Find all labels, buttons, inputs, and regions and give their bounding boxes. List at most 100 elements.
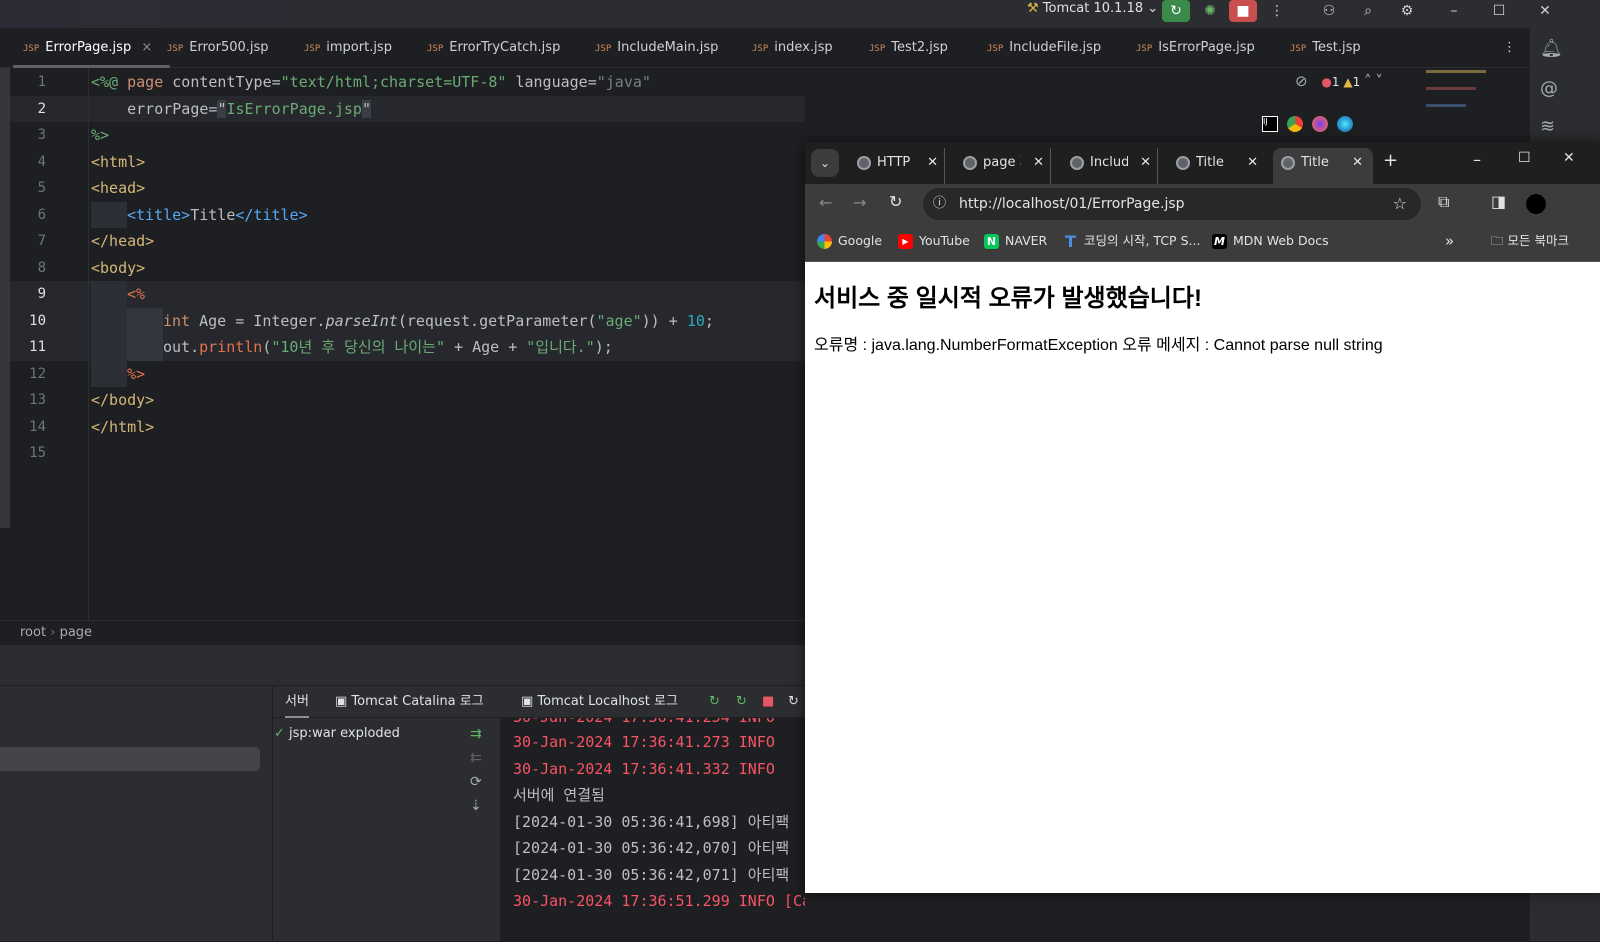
edge-icon[interactable] xyxy=(1337,116,1353,132)
gear-icon[interactable]: ⚙ xyxy=(1393,0,1421,22)
code-token: page xyxy=(127,73,164,91)
selected-service-row[interactable] xyxy=(0,747,260,771)
browser-tab[interactable]: Include✕ xyxy=(1062,148,1158,184)
notifications-icon[interactable]: 🔔︎ xyxy=(1540,38,1563,59)
browser-tab[interactable]: Title ✕ xyxy=(1168,148,1264,184)
warning-icon: ▲ xyxy=(1343,75,1353,89)
tab-localhost-log[interactable]: ▣ Tomcat Localhost 로그 xyxy=(521,685,678,718)
console-output[interactable]: 30-Jan-2024 17:36:41.254 INFO30-Jan-2024… xyxy=(500,718,805,941)
tab-more-icon[interactable]: ⋮ xyxy=(1503,28,1516,68)
editor-tab[interactable]: JSP Test2.jsp xyxy=(869,28,948,68)
globe-icon xyxy=(1070,156,1084,170)
database-icon[interactable]: ≋ xyxy=(1540,116,1555,137)
undeploy-icon[interactable]: ⇇ xyxy=(470,750,482,766)
rerun-button[interactable]: ↻ xyxy=(1162,0,1190,22)
profile-avatar[interactable] xyxy=(1526,194,1546,214)
scroll-to-end-icon[interactable]: ⇣ xyxy=(470,798,482,814)
stop-icon[interactable]: ■ xyxy=(762,685,774,718)
code-line: 6 <title>Title</title> xyxy=(0,201,805,228)
terminal-icon: ▣ xyxy=(521,694,538,709)
tab-server[interactable]: 서버 xyxy=(285,685,309,718)
debug-icon[interactable]: ✺ xyxy=(1196,0,1224,22)
site-info-icon[interactable]: ⓘ xyxy=(933,188,946,220)
chevron-up-icon[interactable]: ˄ xyxy=(1364,72,1372,90)
ai-assistant-icon[interactable]: @ xyxy=(1540,78,1558,99)
minimize-button[interactable]: – xyxy=(1473,150,1481,169)
breadcrumb-item[interactable]: root xyxy=(20,625,46,640)
more-bookmarks-icon[interactable]: » xyxy=(1445,224,1454,258)
all-bookmarks-folder[interactable]: 🗀︎ 모든 북마크 xyxy=(1491,224,1569,258)
close-tab-icon[interactable]: ✕ xyxy=(1140,148,1151,178)
close-tab-icon[interactable]: ✕ xyxy=(1033,148,1044,178)
editor-tab[interactable]: JSP ErrorTryCatch.jsp xyxy=(427,28,560,68)
editor-tab[interactable]: JSP IncludeFile.jsp xyxy=(987,28,1101,68)
address-bar[interactable]: ⓘ http://localhost/01/ErrorPage.jsp ☆ xyxy=(923,188,1421,220)
editor-tab[interactable]: JSP IncludeMain.jsp xyxy=(595,28,718,68)
jsp-file-icon: JSP xyxy=(1136,44,1153,54)
inspection-widget[interactable]: ⊘ ●1 ▲1 ˄ ˅ xyxy=(1295,72,1383,90)
line-number: 9 xyxy=(37,286,46,302)
reload-button[interactable]: ↻ xyxy=(889,192,902,211)
close-tab-icon[interactable]: × xyxy=(141,40,152,55)
breadcrumb: root › page xyxy=(0,620,805,645)
mdn-icon: M xyxy=(1212,234,1227,249)
maximize-button[interactable]: ☐ xyxy=(1518,150,1531,166)
tab-search-button[interactable]: ⌄ xyxy=(811,149,839,177)
close-tab-icon[interactable]: ✕ xyxy=(1247,148,1258,178)
code-line: 7 </head> xyxy=(0,228,805,255)
side-panel-icon[interactable]: ◨ xyxy=(1491,192,1506,211)
add-user-icon[interactable]: ⚇ xyxy=(1315,0,1343,22)
minimize-button[interactable]: – xyxy=(1440,0,1468,22)
forward-button[interactable]: → xyxy=(853,193,866,212)
intellij-icon[interactable]: IJ xyxy=(1262,116,1278,132)
close-button[interactable]: ✕ xyxy=(1531,0,1559,22)
debug-rerun-icon[interactable]: ↻ xyxy=(736,685,747,718)
chevron-down-icon[interactable]: ˅ xyxy=(1375,72,1383,90)
editor-scrollbar[interactable] xyxy=(0,68,10,528)
code-line: 1 <%@ page contentType="text/html;charset… xyxy=(0,69,805,96)
chrome-icon[interactable] xyxy=(1287,116,1303,132)
more-icon[interactable]: ⋮ xyxy=(1263,0,1291,22)
editor-tab[interactable]: JSP Error500.jsp xyxy=(167,28,269,68)
code-text: int Age = Integer.parseInt(request.getPa… xyxy=(91,307,714,334)
bookmark-youtube[interactable]: ▶ YouTube xyxy=(898,224,970,258)
browser-tab[interactable]: Title ✕ xyxy=(1273,148,1373,184)
update-icon[interactable]: ↻ xyxy=(788,685,799,718)
browser-launch-icons: IJ xyxy=(1262,116,1362,136)
stop-button[interactable]: ■ xyxy=(1229,0,1257,22)
editor-tab[interactable]: JSP IsErrorPage.jsp xyxy=(1136,28,1255,68)
maximize-button[interactable]: ☐ xyxy=(1485,0,1513,22)
search-icon[interactable]: ⌕ xyxy=(1354,0,1382,22)
bookmark-mdn[interactable]: M MDN Web Docs xyxy=(1212,224,1329,258)
bookmark-google[interactable]: Google xyxy=(817,224,882,258)
console-line: 30-Jan-2024 17:36:41.332 INFO xyxy=(513,759,775,778)
close-button[interactable]: ✕ xyxy=(1563,150,1575,166)
browser-tab[interactable]: page 지✕ xyxy=(955,148,1051,184)
refresh-icon[interactable]: ⟳ xyxy=(470,774,482,790)
breadcrumb-item[interactable]: page xyxy=(60,625,92,640)
editor-tab[interactable]: JSP import.jsp xyxy=(304,28,392,68)
editor-tab[interactable]: JSP Test.jsp xyxy=(1290,28,1361,68)
bookmark-tcp[interactable]: T 코딩의 시작, TCP S... xyxy=(1063,224,1200,258)
editor-tab[interactable]: JSP ErrorPage.jsp × xyxy=(12,28,171,68)
editor-tab[interactable]: JSP index.jsp xyxy=(752,28,833,68)
jsp-file-icon: JSP xyxy=(987,44,1004,54)
tab-catalina-log[interactable]: ▣ Tomcat Catalina 로그 xyxy=(335,685,484,718)
browser-tab[interactable]: HTTP 상✕ xyxy=(849,148,945,184)
firefox-icon[interactable] xyxy=(1312,116,1328,132)
bookmark-naver[interactable]: N NAVER xyxy=(984,224,1047,258)
new-tab-button[interactable]: + xyxy=(1383,150,1398,171)
extensions-icon[interactable]: ⧉ xyxy=(1438,192,1449,212)
deployment-item[interactable]: ✓ jsp:war exploded xyxy=(274,726,400,741)
back-button[interactable]: ← xyxy=(819,193,832,212)
check-icon: ✓ xyxy=(274,726,285,741)
bookmark-star-icon[interactable]: ☆ xyxy=(1393,188,1407,220)
rerun-icon[interactable]: ↻ xyxy=(709,685,720,718)
close-tab-icon[interactable]: ✕ xyxy=(927,148,938,178)
deploy-icon[interactable]: ⇉ xyxy=(470,726,482,742)
code-line: 5 <head> xyxy=(0,175,805,202)
run-config-selector[interactable]: ⚒ Tomcat 10.1.18 ⌄ xyxy=(1027,0,1158,28)
console-line: 30-Jan-2024 17:36:51.299 INFO [Catalina-… xyxy=(513,892,805,910)
close-tab-icon[interactable]: ✕ xyxy=(1352,148,1363,178)
code-editor[interactable]: 1 <%@ page contentType="text/html;charset… xyxy=(0,68,805,620)
